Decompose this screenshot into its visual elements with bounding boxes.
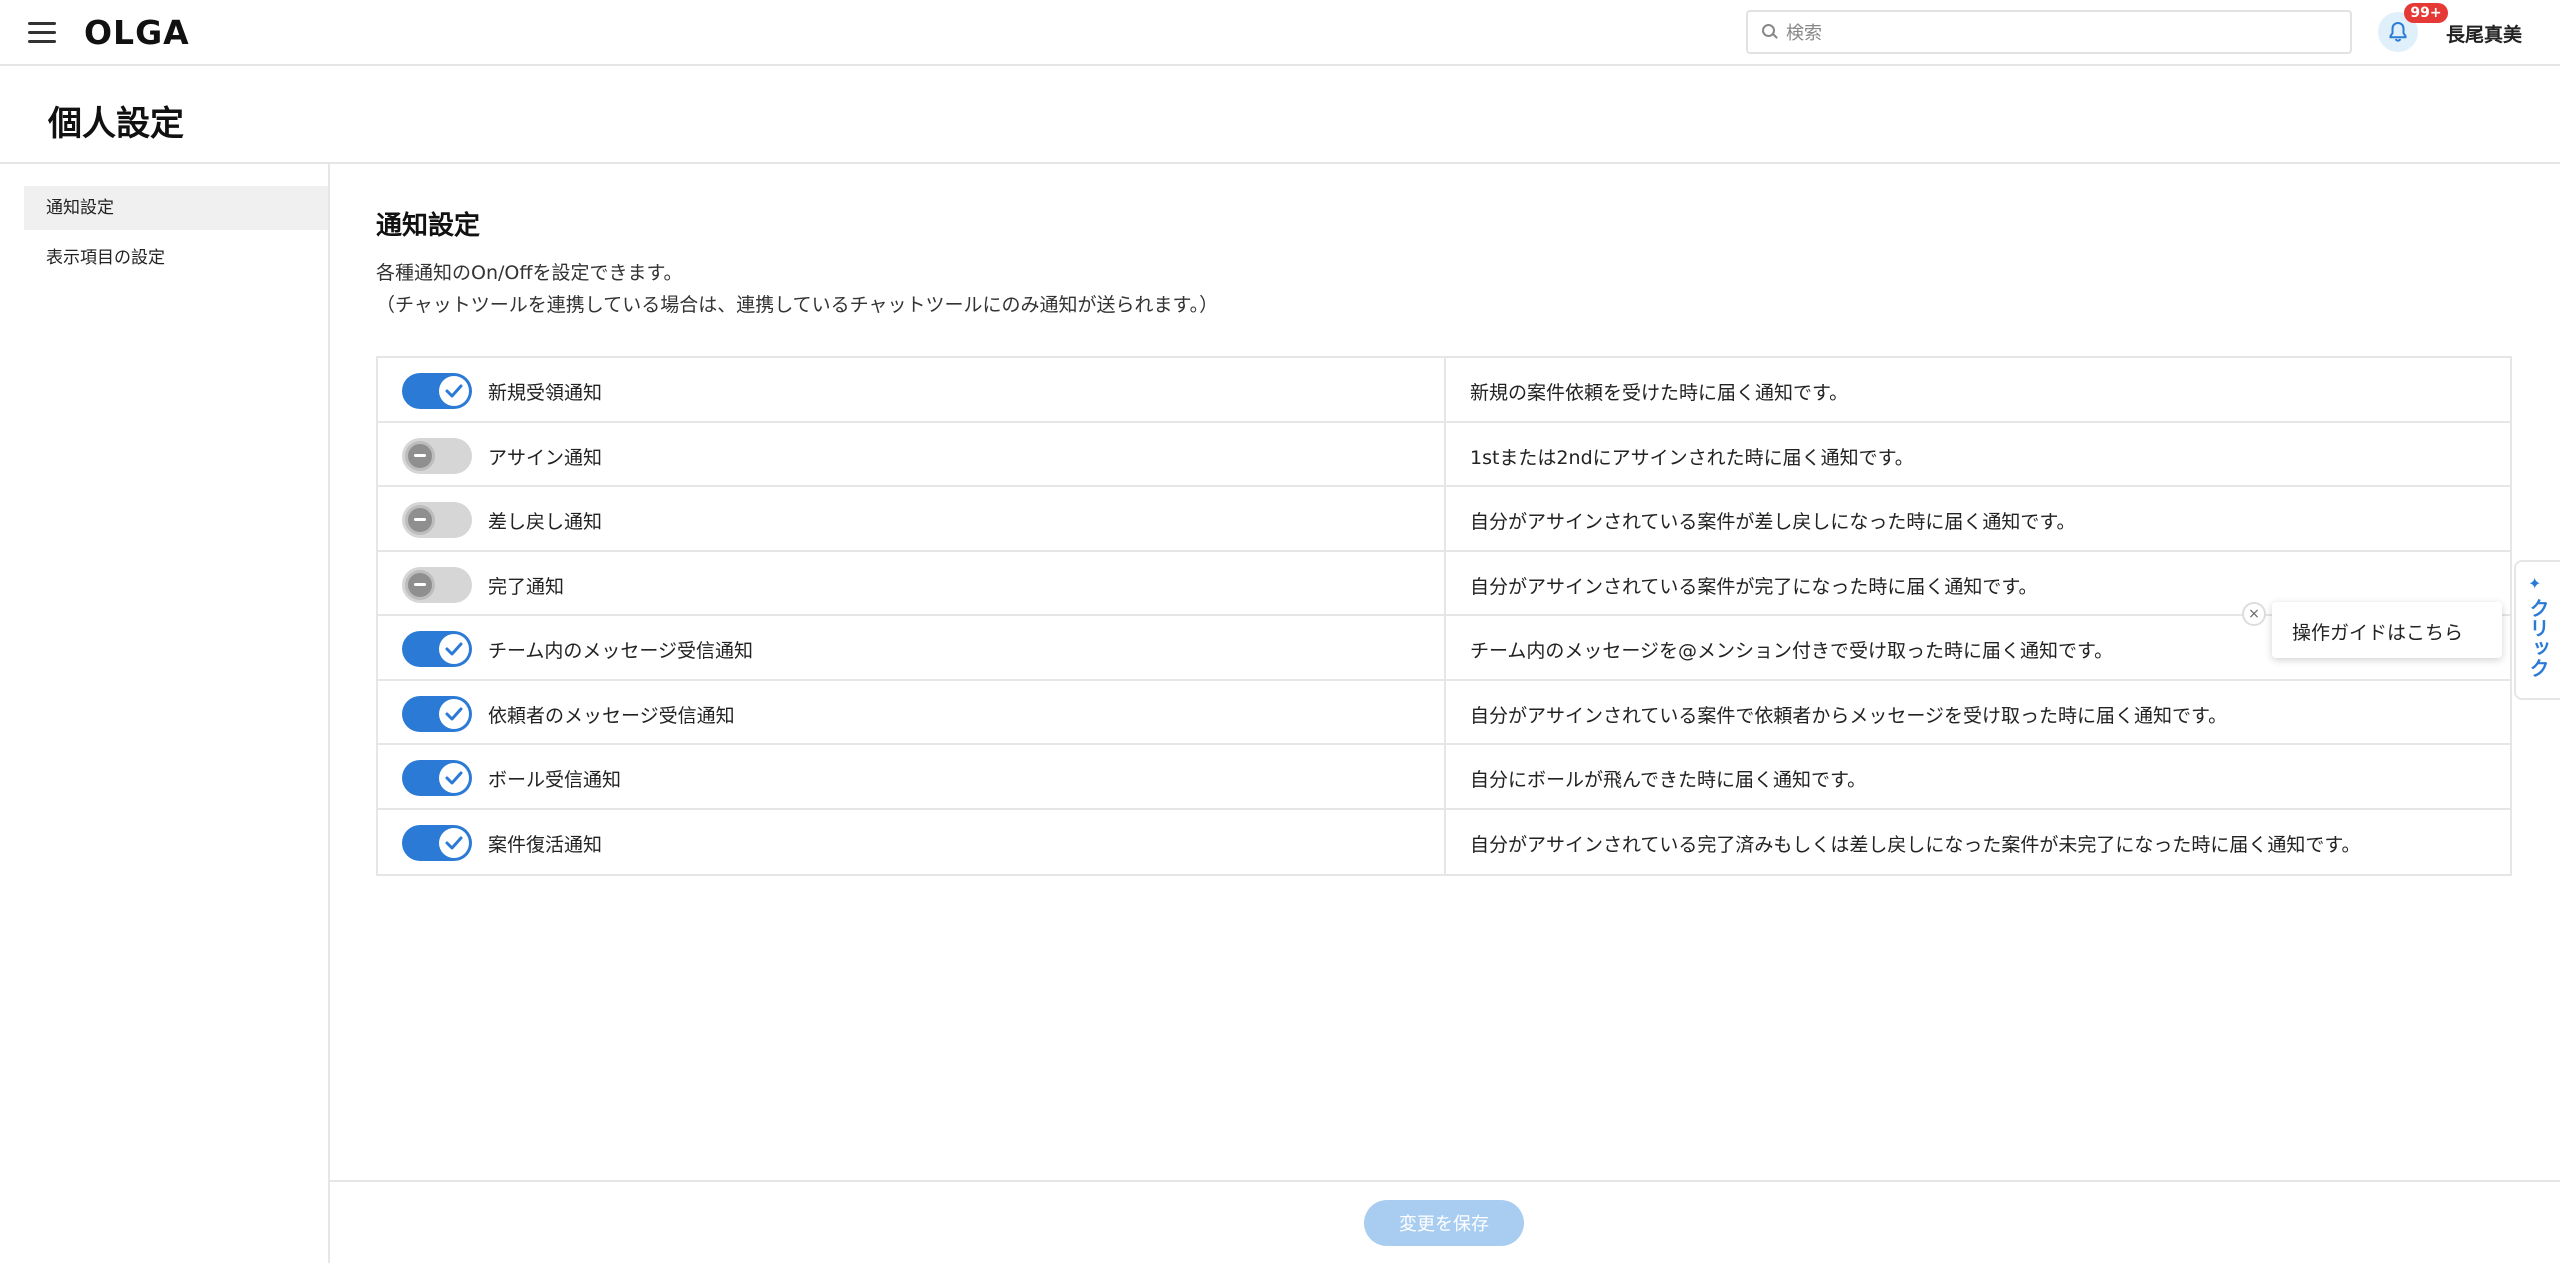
notification-label: 新規受領通知: [488, 382, 603, 404]
toggle-switch[interactable]: [402, 437, 472, 474]
table-row: 案件復活通知 自分がアサインされている完了済みもしくは差し戻しになった案件が未完…: [378, 809, 2510, 874]
guide-click-tab[interactable]: ✦ クリック: [2514, 560, 2560, 700]
sidebar-item-display-settings[interactable]: 表示項目の設定: [24, 236, 328, 280]
notification-description: 自分がアサインされている完了済みもしくは差し戻しになった案件が未完了になった時に…: [1470, 833, 2361, 856]
toggle-switch[interactable]: [402, 631, 472, 667]
table-row: 差し戻し通知 自分がアサインされている案件が差し戻しになった時に届く通知です。: [378, 487, 2510, 552]
description-note: （チャットツールを連携している場合は、連携しているチャットツールにのみ通知が送ら…: [376, 294, 1219, 316]
notification-label: ボール受信通知: [488, 769, 622, 791]
notification-description: 自分がアサインされている案件が差し戻しになった時に届く通知です。: [1470, 511, 2076, 533]
user-name[interactable]: 長尾真美: [2446, 20, 2522, 47]
search-input[interactable]: [1786, 18, 2326, 48]
notification-description: 1stまたは2ndにアサインされた時に届く通知です。: [1470, 446, 1914, 469]
notification-label: 案件復活通知: [488, 833, 603, 856]
table-row: チーム内のメッセージ受信通知 チーム内のメッセージを@メンション付きで受け取った…: [378, 616, 2510, 681]
notification-badge: 99+: [2404, 3, 2448, 23]
save-changes-button[interactable]: 変更を保存: [1364, 1200, 1524, 1246]
toggle-switch[interactable]: [402, 824, 472, 861]
toggle-switch[interactable]: [402, 760, 472, 796]
notification-description: 自分がアサインされている案件が完了になった時に届く通知です。: [1470, 575, 2038, 598]
notification-description: チーム内のメッセージを@メンション付きで受け取った時に届く通知です。: [1470, 640, 2114, 662]
notification-description: 自分がアサインされている案件で依頼者からメッセージを受け取った時に届く通知です。: [1470, 704, 2228, 727]
notification-description: 新規の案件依頼を受けた時に届く通知です。: [1470, 382, 1849, 404]
notification-label: 完了通知: [488, 575, 565, 598]
guide-text[interactable]: 操作ガイドはこちら: [2292, 618, 2463, 645]
search-icon: [1762, 24, 1778, 40]
top-bar: OLGA 99+ 長尾真美: [0, 0, 2560, 66]
table-row: 完了通知 自分がアサインされている案件が完了になった時に届く通知です。: [378, 551, 2510, 616]
table-row: 新規受領通知 新規の案件依頼を受けた時に届く通知です。: [378, 358, 2510, 423]
menu-icon[interactable]: [28, 22, 56, 44]
app-logo[interactable]: OLGA: [84, 13, 190, 52]
description-text: 各種通知のOn/Offを設定できます。: [376, 262, 683, 284]
table-row: アサイン通知 1stまたは2ndにアサインされた時に届く通知です。: [378, 422, 2510, 487]
notification-settings-table: 新規受領通知 新規の案件依頼を受けた時に届く通知です。 アサイン通知 1stまた…: [376, 356, 2512, 876]
click-tab-label: クリック: [2526, 598, 2550, 678]
search-box[interactable]: [1746, 10, 2352, 54]
toggle-switch[interactable]: [402, 373, 472, 409]
notification-description: 自分にボールが飛んできた時に届く通知です。: [1470, 769, 1867, 791]
toggle-switch[interactable]: [402, 695, 472, 732]
page-header: 個人設定: [0, 68, 2560, 164]
operation-guide-popup[interactable]: 操作ガイドはこちら: [2272, 602, 2502, 658]
sidebar: 通知設定 表示項目の設定: [0, 164, 330, 1263]
sparkle-icon: ✦: [2528, 574, 2542, 593]
notification-label: 差し戻し通知: [488, 511, 603, 533]
toggle-switch[interactable]: [402, 566, 472, 603]
table-row: 依頼者のメッセージ受信通知 自分がアサインされている案件で依頼者からメッセージを…: [378, 680, 2510, 745]
table-row: ボール受信通知 自分にボールが飛んできた時に届く通知です。: [378, 745, 2510, 810]
toggle-switch[interactable]: [402, 502, 472, 538]
notification-label: 依頼者のメッセージ受信通知: [488, 704, 735, 727]
section-title: 通知設定: [376, 211, 481, 241]
page-title: 個人設定: [48, 104, 184, 144]
footer-divider: [330, 1180, 2560, 1182]
notification-label: チーム内のメッセージ受信通知: [488, 640, 754, 662]
guide-close-button[interactable]: ×: [2242, 602, 2266, 626]
notification-label: アサイン通知: [488, 446, 603, 469]
sidebar-item-notification-settings[interactable]: 通知設定: [24, 186, 328, 230]
